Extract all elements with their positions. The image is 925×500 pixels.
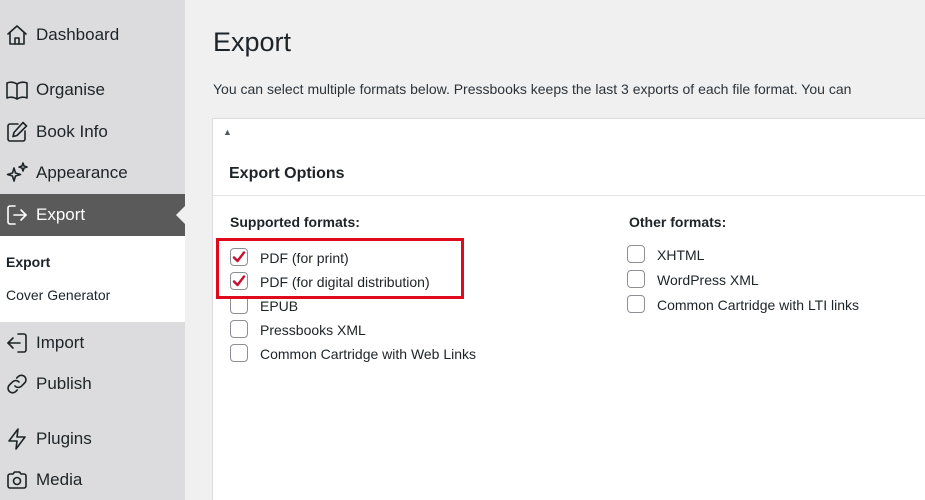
sidebar-item-label: Publish (36, 374, 92, 393)
format-option-xhtml[interactable]: XHTML (627, 245, 917, 267)
sidebar-item-book-info[interactable]: Book Info (0, 113, 185, 151)
sidebar-item-label: Appearance (36, 163, 128, 182)
checkmark-icon (232, 275, 246, 287)
format-label: PDF (for print) (260, 250, 349, 266)
page-description: You can select multiple formats below. P… (213, 81, 852, 97)
format-label: XHTML (657, 247, 705, 263)
submenu-item-cover-generator[interactable]: Cover Generator (6, 287, 110, 303)
plugin-icon (2, 426, 32, 452)
checkbox[interactable] (627, 295, 645, 313)
sidebar-item-label: Plugins (36, 429, 92, 448)
other-formats-heading: Other formats: (629, 214, 727, 230)
sidebar-item-media[interactable]: Media (0, 461, 185, 499)
checkbox[interactable] (230, 344, 248, 362)
divider (213, 195, 925, 196)
sidebar-item-export[interactable]: Export (0, 194, 185, 236)
admin-sidebar: Dashboard Organise Book Info Appearance … (0, 0, 185, 500)
format-label: EPUB (260, 298, 299, 314)
sidebar-item-dashboard[interactable]: Dashboard (0, 16, 185, 54)
format-option-pdf-digital[interactable]: PDF (for digital distribution) (230, 272, 530, 294)
format-option-wordpress-xml[interactable]: WordPress XML (627, 270, 917, 292)
checkbox[interactable] (627, 245, 645, 263)
checkmark-icon (232, 251, 246, 263)
sidebar-item-import[interactable]: Import (0, 324, 185, 362)
export-submenu: Export Cover Generator (0, 236, 185, 322)
sidebar-item-label: Book Info (36, 122, 108, 141)
checkbox-checked[interactable] (230, 272, 248, 290)
import-icon (2, 330, 32, 356)
collapse-toggle-icon[interactable]: ▲ (223, 127, 232, 137)
active-indicator (176, 206, 185, 224)
sidebar-item-publish[interactable]: Publish (0, 365, 185, 403)
format-label: Common Cartridge with LTI links (657, 297, 860, 313)
sparkle-icon (2, 160, 32, 186)
sidebar-item-label: Export (36, 205, 86, 224)
format-label: WordPress XML (657, 272, 759, 288)
format-option-common-cartridge-lti[interactable]: Common Cartridge with LTI links (627, 295, 917, 317)
page-title: Export (213, 27, 292, 57)
format-option-pdf-print[interactable]: PDF (for print) (230, 248, 530, 270)
submenu-item-export[interactable]: Export (6, 254, 50, 270)
format-option-common-cartridge-web[interactable]: Common Cartridge with Web Links (230, 344, 530, 366)
home-icon (2, 22, 32, 48)
checkbox[interactable] (230, 320, 248, 338)
sidebar-item-plugins[interactable]: Plugins (0, 420, 185, 458)
checkbox-checked[interactable] (230, 248, 248, 266)
export-icon (2, 202, 32, 228)
sidebar-item-organise[interactable]: Organise (0, 71, 185, 109)
edit-icon (2, 119, 32, 145)
link-icon (2, 371, 32, 397)
format-label: Common Cartridge with Web Links (260, 346, 477, 362)
sidebar-item-label: Organise (36, 80, 105, 99)
book-icon (2, 77, 32, 103)
sidebar-item-appearance[interactable]: Appearance (0, 154, 185, 192)
sidebar-item-label: Media (36, 470, 83, 489)
format-option-pressbooks-xml[interactable]: Pressbooks XML (230, 320, 530, 342)
export-options-panel: ▲ Export Options Supported formats: PDF … (212, 118, 925, 500)
panel-title: Export Options (229, 165, 345, 182)
format-label: Pressbooks XML (260, 322, 366, 338)
camera-icon (2, 467, 32, 493)
sidebar-item-label: Dashboard (36, 25, 120, 44)
sidebar-item-label: Import (36, 333, 85, 352)
checkbox[interactable] (627, 270, 645, 288)
format-label: PDF (for digital distribution) (260, 274, 430, 290)
supported-formats-heading: Supported formats: (230, 214, 360, 230)
format-option-epub[interactable]: EPUB (230, 296, 530, 318)
checkbox[interactable] (230, 296, 248, 314)
